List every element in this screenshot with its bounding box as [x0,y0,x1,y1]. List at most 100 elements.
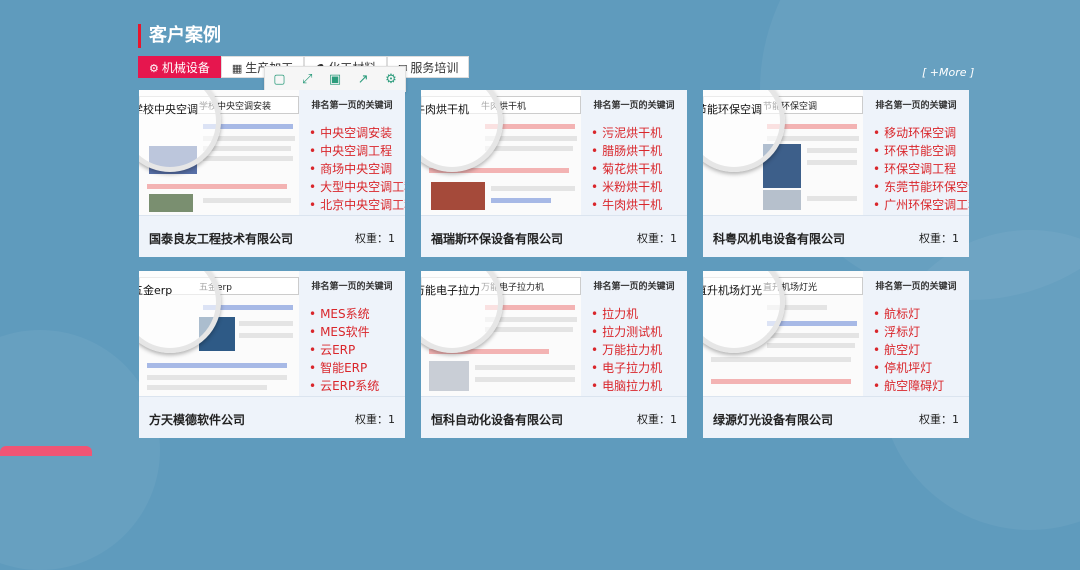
keyword-item: 商场中央空调 [309,160,405,178]
keyword-panel: 排名第一页的关键词 中央空调安装 中央空调工程 商场中央空调 大型中央空调工程 … [299,90,405,215]
magnified-query: 万能电子拉力 [421,284,480,297]
card-footer: 恒科自动化设备有限公司 权重：1 [421,396,687,438]
keyword-item: 环保节能空调 [873,142,969,160]
keyword-list: MES系统 MES软件 云ERP 智能ERP 云ERP系统 [309,305,379,395]
case-card[interactable]: 五金erp 五金erp 排名第一页的关键词 MES系统 MES软件 云ERP 智… [139,271,405,438]
company-name: 绿源灯光设备有限公司 [713,413,834,427]
keyword-header: 排名第一页的关键词 [311,101,393,111]
case-card[interactable]: 学校中央空调安装 学校中央空调 排名第一页的关键词 中央空调安装 中央空调工程 … [139,90,405,257]
keyword-panel: 排名第一页的关键词 拉力机 拉力测试机 万能拉力机 电子拉力机 电脑拉力机 [581,271,687,396]
keyword-item: 移动环保空调 [873,124,969,142]
keyword-panel: 排名第一页的关键词 移动环保空调 环保节能空调 环保空调工程 东莞节能环保空调 … [863,90,969,215]
save-icon[interactable]: ▣ [329,72,341,87]
search-screenshot: 五金erp 五金erp [139,271,299,396]
keyword-panel: 排名第一页的关键词 航标灯 浮标灯 航空灯 停机坪灯 航空障碍灯 [863,271,969,396]
weight-value: 权重：1 [355,232,395,245]
share-icon[interactable]: ↗ [358,72,369,87]
keyword-header: 排名第一页的关键词 [593,282,675,292]
tab-machinery[interactable]: ⚙ 机械设备 [138,56,221,78]
card-footer: 国泰良友工程技术有限公司 权重：1 [139,215,405,257]
keyword-item: 东莞节能环保空调 [873,178,969,196]
keyword-item: MES软件 [309,323,379,341]
keyword-item: 浮标灯 [873,323,944,341]
magnifier: 万能电子拉力 [421,271,503,353]
search-screenshot: 节能环保空调 节能环保空调 [703,90,863,215]
keyword-item: 北京中央空调工程 [309,196,405,214]
keyword-item: MES系统 [309,305,379,323]
floating-toolbar: ▢ ⤢ ▣ ↗ ⚙ [264,66,406,92]
section-title: 客户案例 [138,24,221,48]
weight-value: 权重：1 [355,413,395,426]
keyword-list: 移动环保空调 环保节能空调 环保空调工程 东莞节能环保空调 广州环保空调工程 [873,124,969,214]
weight-value: 权重：1 [637,232,677,245]
keyword-list: 中央空调安装 中央空调工程 商场中央空调 大型中央空调工程 北京中央空调工程 [309,124,405,214]
company-name: 国泰良友工程技术有限公司 [149,232,294,246]
keyword-item: 大型中央空调工程 [309,178,405,196]
card-footer: 福瑞斯环保设备有限公司 权重：1 [421,215,687,257]
card-footer: 绿源灯光设备有限公司 权重：1 [703,396,969,438]
keyword-item: 拉力机 [591,305,662,323]
keyword-item: 腊肠烘干机 [591,142,662,160]
keyword-item: 航标灯 [873,305,944,323]
keyword-item: 停机坪灯 [873,359,944,377]
keyword-item: 污泥烘干机 [591,124,662,142]
magnifier: 直升机场灯光 [703,271,785,353]
keyword-item: 万能拉力机 [591,341,662,359]
tab-label: 机械设备 [161,61,210,75]
settings-icon[interactable]: ⚙ [385,72,397,87]
gear-icon: ⚙ [149,62,159,75]
company-name: 方天模德软件公司 [149,413,246,427]
magnified-query: 牛肉烘干机 [421,103,469,116]
keyword-item: 电脑拉力机 [591,377,662,395]
keyword-item: 牛肉烘干机 [591,196,662,214]
magnified-query: 节能环保空调 [703,103,762,116]
keyword-item: 智能ERP [309,359,379,377]
keyword-item: 航空障碍灯 [873,377,944,395]
keyword-item: 广州环保空调工程 [873,196,969,214]
weight-value: 权重：1 [637,413,677,426]
keyword-list: 污泥烘干机 腊肠烘干机 菊花烘干机 米粉烘干机 牛肉烘干机 [591,124,662,214]
expand-icon[interactable]: ⤢ [302,72,312,87]
keyword-header: 排名第一页的关键词 [875,282,957,292]
magnifier: 牛肉烘干机 [421,90,503,172]
magnified-query: 直升机场灯光 [703,284,762,297]
keyword-item: 云ERP系统 [309,377,379,395]
keyword-list: 拉力机 拉力测试机 万能拉力机 电子拉力机 电脑拉力机 [591,305,662,395]
company-name: 科粤风机电设备有限公司 [713,232,846,246]
building-icon: ▦ [231,62,243,75]
keyword-panel: 排名第一页的关键词 MES系统 MES软件 云ERP 智能ERP 云ERP系统 [299,271,405,396]
weight-value: 权重：1 [919,413,959,426]
card-footer: 方天模德软件公司 权重：1 [139,396,405,438]
keyword-header: 排名第一页的关键词 [593,101,675,111]
keyword-item: 电子拉力机 [591,359,662,377]
case-card[interactable]: 牛肉烘干机 牛肉烘干机 排名第一页的关键词 污泥烘干机 腊肠烘干机 菊花烘干机 … [421,90,687,257]
keyword-header: 排名第一页的关键词 [311,282,393,292]
search-screenshot: 万能电子拉力机 万能电子拉力 [421,271,581,396]
keyword-item: 菊花烘干机 [591,160,662,178]
keyword-item: 拉力测试机 [591,323,662,341]
company-name: 恒科自动化设备有限公司 [431,413,564,427]
corner-tag[interactable] [0,446,92,456]
more-link[interactable]: [ +More ] [922,66,974,79]
search-screenshot: 牛肉烘干机 牛肉烘干机 [421,90,581,215]
case-card[interactable]: 万能电子拉力机 万能电子拉力 排名第一页的关键词 拉力机 拉力测试机 万能拉力机… [421,271,687,438]
keyword-item: 航空灯 [873,341,944,359]
tab-label: 服务培训 [410,61,459,75]
keyword-item: 云ERP [309,341,379,359]
keyword-header: 排名第一页的关键词 [875,101,957,111]
keyword-list: 航标灯 浮标灯 航空灯 停机坪灯 航空障碍灯 [873,305,944,395]
company-name: 福瑞斯环保设备有限公司 [431,232,564,246]
case-card[interactable]: 节能环保空调 节能环保空调 排名第一页的关键词 移动环保空调 环保节能空调 环保… [703,90,969,257]
case-card[interactable]: 直升机场灯光 直升机场灯光 排名第一页的关键词 航标灯 浮标灯 航空灯 停机坪灯… [703,271,969,438]
keyword-item: 中央空调工程 [309,142,405,160]
search-screenshot: 直升机场灯光 直升机场灯光 [703,271,863,396]
frame-icon[interactable]: ▢ [273,72,285,87]
keyword-item: 米粉烘干机 [591,178,662,196]
magnified-query: 五金erp [139,284,173,297]
card-footer: 科粤风机电设备有限公司 权重：1 [703,215,969,257]
magnified-query: 学校中央空调 [139,103,198,116]
weight-value: 权重：1 [919,232,959,245]
keyword-item: 环保空调工程 [873,160,969,178]
keyword-panel: 排名第一页的关键词 污泥烘干机 腊肠烘干机 菊花烘干机 米粉烘干机 牛肉烘干机 [581,90,687,215]
search-screenshot: 学校中央空调安装 学校中央空调 [139,90,299,215]
